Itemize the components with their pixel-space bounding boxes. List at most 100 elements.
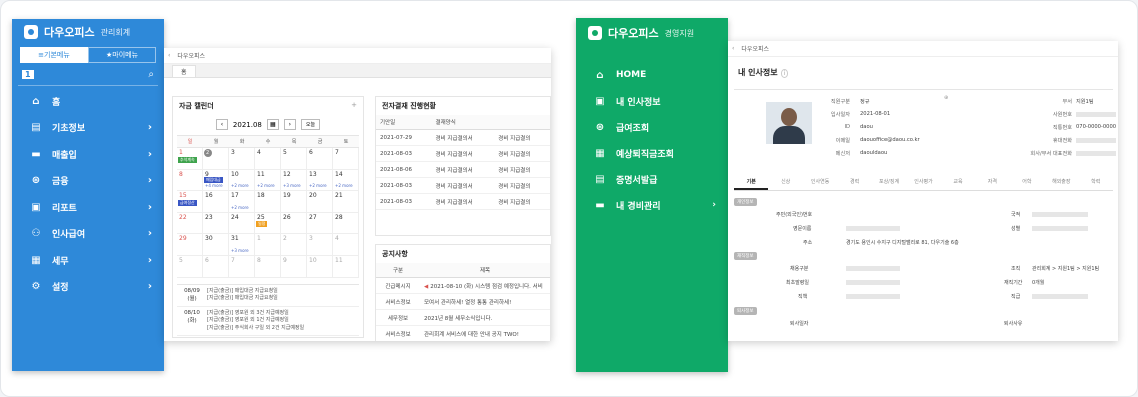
tab-1[interactable]: 신상 <box>768 175 802 190</box>
sidebar-item-4[interactable]: ▣ 리포트 › <box>12 194 164 221</box>
calendar-event[interactable]: 추석계속 <box>178 156 197 163</box>
tab-my-menu[interactable]: ★ 마이메뉴 <box>88 47 156 63</box>
more-link[interactable]: +2 more <box>335 183 353 188</box>
notice-subject[interactable]: 관리회계 서비스에 대한 안내 공지 TWO! <box>420 325 550 341</box>
calendar-day[interactable]: 10 +2 more <box>229 169 255 192</box>
tab-2[interactable]: 인사연동 <box>803 175 837 190</box>
tab-5[interactable]: 인사평가 <box>906 175 940 190</box>
calendar-day[interactable]: 8 <box>255 255 281 278</box>
sidebar-item-1[interactable]: ▣ 내 인사정보 <box>576 88 728 114</box>
calendar-day[interactable]: 7 <box>333 148 359 170</box>
table-row[interactable]: 2021-08-03 경비 지급결의서 경비 지급결의 <box>376 177 550 194</box>
calendar-day[interactable]: 27 <box>307 212 333 235</box>
table-row[interactable]: 서비스정보 모여서 관리하세! 열정 통통 관리하세! <box>376 293 550 310</box>
help-icon[interactable]: i <box>780 69 789 78</box>
calendar-day[interactable]: 23 <box>203 212 229 235</box>
tab-4[interactable]: 포상/징계 <box>872 175 906 190</box>
table-row[interactable]: 서비스정보 관리회계 서비스에 대한 안내 공지 TWO! <box>376 325 550 341</box>
more-link[interactable]: +2 more <box>309 183 327 188</box>
tab-3[interactable]: 경력 <box>837 175 871 190</box>
calendar-day[interactable]: 7 <box>229 255 255 278</box>
table-row[interactable]: 긴급메시지 ◀ 2021-08-10 (화) 시스템 점검 예정입니다. 서비 <box>376 277 550 294</box>
today-button[interactable]: 오늘 <box>300 119 321 130</box>
calendar-day[interactable]: 8 <box>177 169 203 192</box>
notice-subject[interactable]: ◀ 2021-08-10 (화) 시스템 점검 예정입니다. 서비 <box>420 277 550 294</box>
sidebar-item-4[interactable]: ▤ 증명서발급 <box>576 166 728 192</box>
notice-subject[interactable]: 모여서 관리하세! 열정 통통 관리하세! <box>420 293 550 310</box>
calendar-day[interactable]: 10 <box>307 255 333 278</box>
calendar-day[interactable]: 14 +2 more <box>333 169 359 192</box>
sidebar-item-5[interactable]: ⚇ 인사급여 › <box>12 221 164 248</box>
agenda-item[interactable]: [지급(출금)] 매입대금 지급요청일 <box>207 288 359 296</box>
sidebar-item-6[interactable]: ▦ 세무 › <box>12 247 164 274</box>
calendar-day[interactable]: 24 <box>229 212 255 235</box>
calendar-day[interactable]: 20 <box>307 191 333 213</box>
table-row[interactable]: 2021-08-06 경비 지급결의서 경비 지급결의 <box>376 161 550 178</box>
tab-basic-menu[interactable]: ≡ 기본메뉴 <box>20 47 88 63</box>
menu-count-badge[interactable]: 1 <box>22 69 34 79</box>
calendar-day[interactable]: 26 <box>281 212 307 235</box>
calendar-day[interactable]: 30 <box>203 234 229 256</box>
calendar-day[interactable]: 19 <box>281 191 307 213</box>
agenda-item[interactable]: [지급(출금)] 매입대금 지급요청일 <box>207 295 359 303</box>
brand-right[interactable]: 다우오피스 경영지원 <box>576 18 728 48</box>
more-link[interactable]: +4 more <box>205 183 223 188</box>
tab-8[interactable]: 어학 <box>1010 175 1044 190</box>
sidebar-item-1[interactable]: ▤ 기초정보 › <box>12 115 164 142</box>
calendar-day[interactable]: 1 <box>255 234 281 256</box>
tab-0[interactable]: 기본 <box>734 175 769 190</box>
more-link[interactable]: +3 more <box>283 183 301 188</box>
tab-6[interactable]: 교육 <box>941 175 975 190</box>
collapse-icon[interactable]: ‹ <box>168 52 170 59</box>
table-row[interactable]: 2021-08-03 경비 지급결의서 경비 지급결의 <box>376 193 550 210</box>
more-link[interactable]: +3 more <box>231 248 249 253</box>
calendar-day[interactable]: 3 <box>229 148 255 170</box>
tab-9[interactable]: 해외출장 <box>1044 175 1078 190</box>
notice-subject[interactable]: 2021년 8월 세무소식입니다. <box>420 309 550 326</box>
calendar-day[interactable]: 18 <box>255 191 281 213</box>
prev-month-button[interactable]: ‹ <box>215 119 228 130</box>
calendar-day[interactable]: 1 추석계속 <box>177 148 203 170</box>
calendar-day[interactable]: 6 <box>307 148 333 170</box>
next-month-button[interactable]: › <box>283 119 296 130</box>
calendar-day[interactable]: 3 <box>307 234 333 256</box>
agenda-item[interactable]: [지급(출금)] 영포원 외 1건 지급예정일 <box>207 317 359 325</box>
agenda-item[interactable]: [지급(출금)] 주식회사 구일 외 2건 지급예정일 <box>207 325 359 333</box>
info-icon[interactable]: ⊕ <box>944 95 948 101</box>
calendar-day[interactable]: 5 <box>281 148 307 170</box>
calendar-day[interactable]: 2 <box>281 234 307 256</box>
calendar-day[interactable]: 15 급여정산 <box>177 191 203 213</box>
sidebar-item-7[interactable]: ⚙ 설정 › <box>12 274 164 301</box>
calendar-day[interactable]: 25 일정 <box>255 212 281 235</box>
more-link[interactable]: +2 more <box>257 183 275 188</box>
sidebar-item-2[interactable]: ▬ 매출입 › <box>12 141 164 168</box>
calendar-day[interactable]: 31 +3 more <box>229 234 255 256</box>
calendar-day[interactable]: 21 <box>333 191 359 213</box>
table-row[interactable]: 세무정보 2021년 8월 세무소식입니다. <box>376 309 550 326</box>
calendar-day[interactable]: 29 <box>177 234 203 256</box>
calendar-day[interactable]: 22 <box>177 212 203 235</box>
calendar-day[interactable]: 4 <box>255 148 281 170</box>
agenda-row[interactable]: 08/10 (화) [지급(출금)] 영포원 외 3건 지급예정일 [지급(출금)] … <box>177 307 359 337</box>
table-row[interactable]: 2021-07-29 경비 지급결의서 경비 지급결의 <box>376 129 550 146</box>
sidebar-item-5[interactable]: ▬ 내 경비관리 › <box>576 192 728 218</box>
sidebar-item-0[interactable]: ⌂ HOME <box>576 62 728 88</box>
calendar-day[interactable]: 28 <box>333 212 359 235</box>
sidebar-item-3[interactable]: ⊛ 금융 › <box>12 168 164 195</box>
brand[interactable]: 다우오피스 관리회계 <box>12 19 164 45</box>
sidebar-item-2[interactable]: ⊛ 급여조회 <box>576 114 728 140</box>
calendar-day[interactable]: 9 <box>281 255 307 278</box>
agenda-row[interactable]: 08/09 (월) [지급(출금)] 매입대금 지급요청일 [지급(출금)] 매입대금… <box>177 285 359 307</box>
calendar-day[interactable]: 2 <box>203 148 229 170</box>
calendar-day[interactable]: 6 <box>203 255 229 278</box>
more-link[interactable]: +2 more <box>231 183 249 188</box>
add-icon[interactable]: + <box>351 101 357 111</box>
search-icon[interactable]: ⌕ <box>148 69 154 80</box>
calendar-day[interactable]: 9 매입대금 +4 more <box>203 169 229 192</box>
sidebar-item-0[interactable]: ⌂ 홈 <box>12 88 164 115</box>
calendar-day[interactable]: 5 <box>177 255 203 278</box>
sidebar-item-3[interactable]: ▦ 예상퇴직금조회 <box>576 140 728 166</box>
calendar-day[interactable]: 4 <box>333 234 359 256</box>
table-row[interactable]: 2021-08-03 경비 지급결의서 경비 지급결의 <box>376 145 550 162</box>
calendar-icon[interactable]: ▦ <box>266 119 279 130</box>
